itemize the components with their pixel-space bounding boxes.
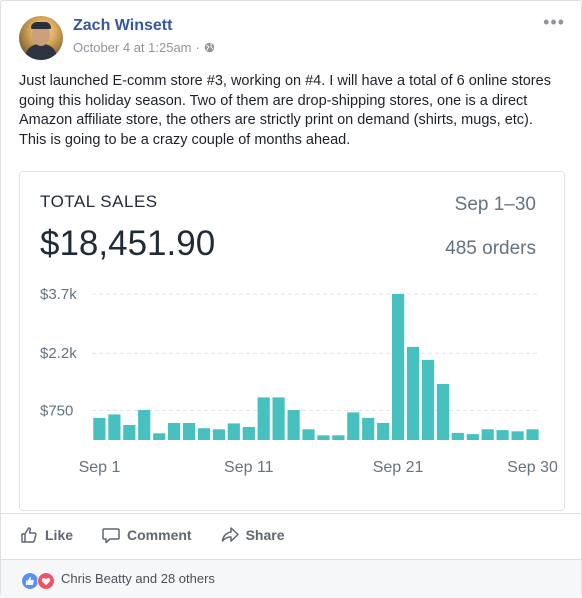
chart-bar	[257, 397, 270, 440]
chart-bar	[138, 410, 151, 440]
chart-bar	[511, 431, 524, 440]
post-meta: October 4 at 1:25am ·	[73, 40, 215, 55]
y-tick-label: $750	[40, 402, 73, 419]
chart-bar	[108, 414, 121, 440]
chart-bar	[481, 429, 494, 440]
chart-bar	[242, 427, 255, 440]
chart-bar	[212, 429, 225, 440]
globe-icon[interactable]	[204, 42, 215, 53]
post-card: Zach Winsett October 4 at 1:25am · ••• J…	[0, 0, 582, 598]
chart-bar	[287, 410, 300, 440]
like-label: Like	[45, 527, 74, 543]
comment-label: Comment	[127, 527, 192, 543]
chart-bar	[347, 412, 360, 440]
reactions-bar[interactable]: Chris Beatty and 28 others	[1, 560, 581, 598]
chart-bar	[227, 423, 240, 440]
reaction-icons	[21, 572, 55, 590]
chart-bar	[436, 384, 449, 440]
love-reaction-icon	[37, 572, 55, 590]
like-reaction-icon	[21, 572, 39, 590]
x-tick-label: Sep 11	[224, 459, 274, 476]
chart-bar	[377, 423, 390, 440]
reactions-summary[interactable]: Chris Beatty and 28 others	[61, 571, 215, 586]
post-text: Just launched E-comm store #3, working o…	[19, 73, 551, 148]
chart-bar	[272, 397, 285, 440]
chart-bar	[496, 430, 509, 440]
thumbs-up-icon	[21, 527, 37, 543]
x-tick-label: Sep 1	[79, 459, 121, 476]
comment-button[interactable]: Comment	[101, 525, 192, 545]
post-timestamp[interactable]: October 4 at 1:25am	[73, 40, 192, 55]
chart-bar	[168, 423, 181, 440]
sales-card: TOTAL SALES Sep 1–30 $18,451.90 485 orde…	[19, 171, 565, 511]
action-bar: Like Comment Share	[19, 521, 285, 549]
sales-chart: $750 $2.2k $3.7k Sep 1 Sep 11 Sep 21 Sep 30	[40, 286, 558, 476]
chart-bar	[421, 359, 435, 440]
chart-bar	[332, 435, 345, 440]
chart-bar	[526, 429, 539, 440]
chart-bar	[392, 294, 405, 440]
chart-bar	[362, 417, 375, 440]
share-label: Share	[245, 527, 285, 543]
post-header: Zach Winsett October 4 at 1:25am · •••	[19, 13, 565, 63]
chart-bar	[182, 423, 196, 440]
divider	[1, 513, 582, 514]
avatar[interactable]	[19, 16, 63, 60]
more-options-icon[interactable]: •••	[543, 13, 565, 31]
comment-icon	[102, 528, 120, 544]
like-button[interactable]: Like	[19, 525, 73, 545]
chart-bar	[123, 425, 136, 440]
chart-bar	[302, 429, 315, 440]
y-tick-label: $2.2k	[40, 345, 77, 362]
chart-bar	[153, 433, 166, 440]
chart-bar	[197, 428, 211, 440]
share-button[interactable]: Share	[220, 525, 285, 545]
chart-bar	[317, 435, 330, 440]
share-icon	[221, 527, 239, 542]
y-tick-label: $3.7k	[40, 286, 77, 303]
chart-bar	[93, 417, 106, 440]
author-name[interactable]: Zach Winsett	[73, 17, 172, 35]
chart-bar	[451, 432, 464, 440]
x-tick-label: Sep 30	[507, 459, 558, 476]
chart-bar	[406, 346, 420, 440]
x-tick-label: Sep 21	[373, 459, 424, 476]
chart-bar	[466, 434, 479, 440]
